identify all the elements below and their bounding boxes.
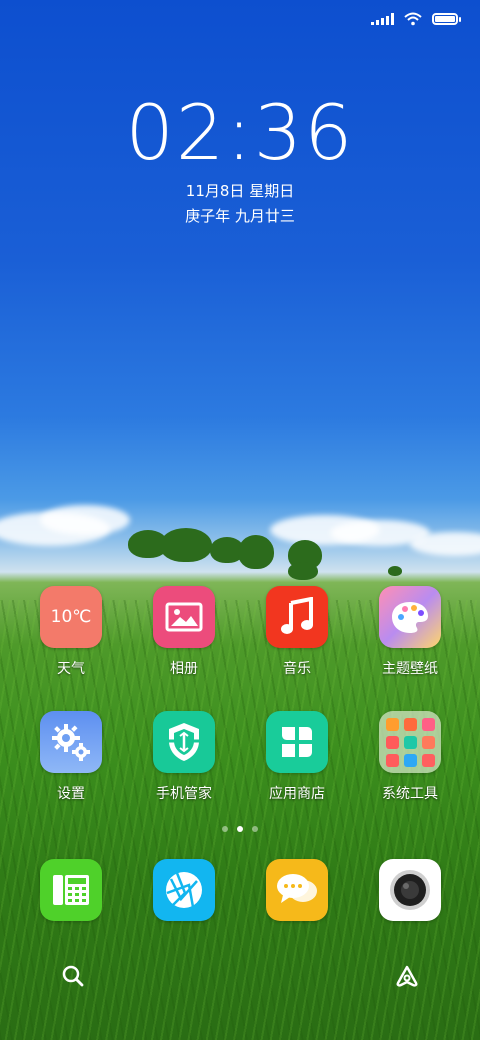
app-label: 应用商店 (269, 786, 325, 802)
app-security[interactable]: 手机管家 (134, 711, 234, 803)
app-weather[interactable]: 10℃ 天气 (21, 586, 121, 678)
assistant-icon[interactable] (394, 964, 420, 988)
search-icon[interactable] (61, 964, 85, 988)
date-text: 11月8日 星期日 (185, 182, 295, 200)
app-label: 音乐 (283, 661, 311, 677)
browser-icon (153, 859, 215, 921)
app-music[interactable]: 音乐 (247, 586, 347, 678)
home-screen: 02:36 11月8日 星期日 庚子年 九月廿三 10℃ 天气 相册 音乐 主题… (0, 0, 480, 1040)
camera-icon (379, 859, 441, 921)
settings-icon (40, 711, 102, 773)
security-icon (153, 711, 215, 773)
battery-level-fill (435, 16, 455, 22)
messages-icon (266, 859, 328, 921)
app-store-icon (266, 711, 328, 773)
folder-system-tools[interactable]: 系统工具 (360, 711, 460, 803)
folder-icon (379, 711, 441, 773)
app-label: 相册 (170, 661, 198, 677)
app-settings[interactable]: 设置 (21, 711, 121, 803)
dock-browser[interactable] (134, 859, 234, 921)
weather-icon: 10℃ (40, 586, 102, 648)
app-label: 设置 (57, 786, 85, 802)
wifi-icon (404, 12, 422, 26)
dock-camera[interactable] (360, 859, 460, 921)
page-dot (252, 826, 258, 832)
battery-icon (432, 13, 461, 25)
clock-time: 02:36 (125, 88, 355, 177)
dock-messages[interactable] (247, 859, 347, 921)
app-gallery[interactable]: 相册 (134, 586, 234, 678)
themes-icon (379, 586, 441, 648)
page-indicator (0, 826, 480, 832)
page-dot (222, 826, 228, 832)
app-label: 手机管家 (156, 786, 212, 802)
cellular-signal-icon (371, 13, 394, 25)
app-store[interactable]: 应用商店 (247, 711, 347, 803)
dock-phone[interactable] (21, 859, 121, 921)
weather-icon-text: 10℃ (50, 607, 92, 627)
app-themes[interactable]: 主题壁纸 (360, 586, 460, 678)
bottom-bar (0, 958, 480, 998)
lunar-date-text: 庚子年 九月廿三 (185, 207, 295, 225)
app-label: 主题壁纸 (382, 661, 438, 677)
app-label: 系统工具 (382, 786, 438, 802)
gallery-icon (153, 586, 215, 648)
app-label: 天气 (57, 661, 85, 677)
status-bar (371, 12, 461, 26)
page-dot-active (237, 826, 243, 832)
music-icon (266, 586, 328, 648)
phone-icon (40, 859, 102, 921)
